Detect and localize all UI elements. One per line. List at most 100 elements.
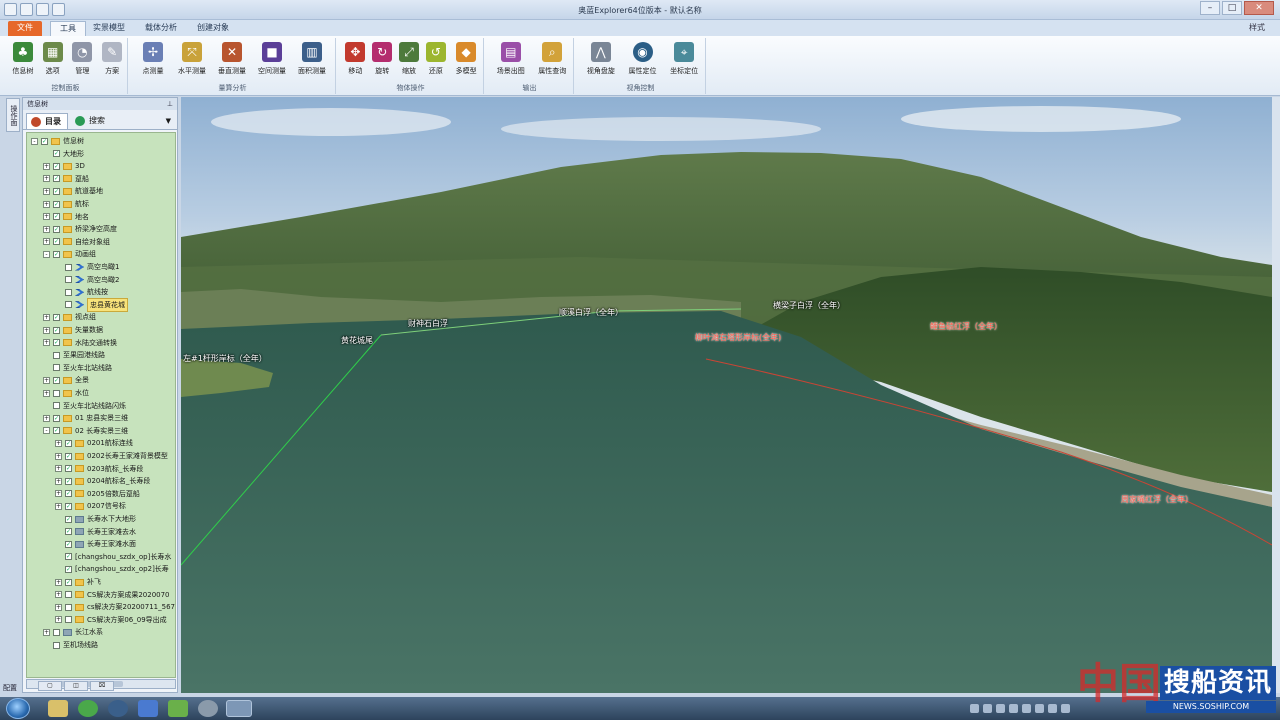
visibility-checkbox[interactable]: ✓ (65, 452, 72, 460)
visibility-checkbox[interactable] (53, 389, 60, 397)
visibility-checkbox[interactable]: ✓ (53, 414, 60, 422)
expand-toggle-icon[interactable]: + (43, 339, 50, 347)
tree-item[interactable]: ✓ 长寿王家滩水面 (55, 538, 136, 550)
tree-item[interactable]: + ✓ 0201航标连线 (55, 437, 133, 449)
tree-item[interactable]: + ✓ 地名 (43, 211, 89, 223)
tree-item[interactable]: + cs解决方案20200711_567 (55, 601, 175, 613)
map-label[interactable]: 财神石白浮 (408, 318, 448, 329)
style-menu[interactable]: 样式 (1240, 21, 1274, 36)
tool-taskbar-icon[interactable] (198, 700, 218, 717)
expand-toggle-icon[interactable]: + (43, 187, 50, 195)
visibility-checkbox[interactable] (65, 288, 72, 296)
pin-icon[interactable]: ⊥ (167, 98, 173, 110)
tree-item[interactable]: + 水位 (43, 387, 89, 399)
expand-toggle-icon[interactable]: - (31, 137, 38, 145)
tab-create-object[interactable]: 创建对象 (188, 21, 238, 36)
restore-button[interactable]: ↺ 还原 (422, 38, 449, 80)
tray-icon[interactable] (1048, 704, 1057, 713)
coordinate-locate-button[interactable]: ⌖ 坐标定位 (663, 38, 705, 80)
tree-item[interactable]: + ✓ 补飞 (55, 576, 101, 588)
map-label-red[interactable]: 周家嘴红浮（全年） (1121, 494, 1193, 505)
expand-toggle-icon[interactable]: + (43, 213, 50, 221)
visibility-checkbox[interactable]: ✓ (65, 477, 72, 485)
expand-toggle-icon[interactable]: + (55, 591, 62, 599)
tree-item[interactable]: ✓ 大地形 (43, 148, 84, 160)
visibility-checkbox[interactable]: ✓ (53, 150, 60, 158)
tree-item[interactable]: + ✓ 0204航标名_长寿段 (55, 475, 150, 487)
visibility-checkbox[interactable]: ✓ (65, 515, 72, 523)
visibility-checkbox[interactable] (53, 351, 60, 359)
browser-taskbar-icon[interactable] (78, 700, 98, 717)
tab-file[interactable]: 文件 (8, 21, 42, 36)
visibility-checkbox[interactable] (53, 641, 60, 649)
tree-item[interactable]: + ✓ 3D (43, 160, 85, 172)
panel-button-1[interactable]: ▢ (38, 681, 62, 691)
tree-item[interactable]: + ✓ 0205倍数后趸船 (55, 488, 140, 500)
tree-item[interactable]: ✓ 长寿水下大地形 (55, 513, 136, 525)
expand-toggle-icon[interactable]: + (55, 502, 62, 510)
tree-item[interactable]: + ✓ 0202长寿王家滩背景模型 (55, 450, 168, 462)
tray-icon[interactable] (1022, 704, 1031, 713)
visibility-checkbox[interactable]: ✓ (65, 578, 72, 586)
visibility-checkbox[interactable] (53, 402, 60, 410)
expand-toggle-icon[interactable]: + (43, 313, 50, 321)
vs-taskbar-icon[interactable] (138, 700, 158, 717)
chevron-down-icon[interactable]: ▼ (166, 113, 171, 129)
expand-toggle-icon[interactable]: + (43, 414, 50, 422)
tree-item[interactable]: + ✓ 01 忠县实景三维 (43, 412, 128, 424)
operation-side-tab[interactable]: 操作面 (6, 98, 20, 132)
maximize-icon[interactable]: □ (1222, 1, 1242, 15)
expand-toggle-icon[interactable]: + (43, 238, 50, 246)
visibility-checkbox[interactable]: ✓ (65, 490, 72, 498)
expand-toggle-icon[interactable]: + (43, 225, 50, 233)
horizontal-measure-button[interactable]: ⤧ 水平测量 (172, 38, 212, 80)
map-label[interactable]: 左#1杆形岸标（全年） (183, 353, 267, 364)
visibility-checkbox[interactable]: ✓ (53, 238, 60, 246)
media-taskbar-icon[interactable] (108, 700, 128, 717)
move-button[interactable]: ✥ 移动 (342, 38, 369, 80)
tray-icon[interactable] (996, 704, 1005, 713)
tree-item[interactable]: 至火车北站线路 (43, 362, 112, 374)
expand-toggle-icon[interactable]: + (55, 616, 62, 624)
visibility-checkbox[interactable]: ✓ (65, 565, 72, 573)
scheme-button[interactable]: ✎ 方案 (97, 38, 127, 80)
tab-search[interactable]: 搜索 ▼ (71, 113, 175, 129)
expand-toggle-icon[interactable]: + (55, 603, 62, 611)
visibility-checkbox[interactable] (65, 591, 72, 599)
expand-toggle-icon[interactable]: + (43, 162, 50, 170)
tray-icon[interactable] (983, 704, 992, 713)
tree-item[interactable]: + ✓ 桥梁净空高度 (43, 223, 117, 235)
tree-item[interactable]: + ✓ 趸船 (43, 173, 89, 185)
tray-icon[interactable] (1009, 704, 1018, 713)
tree-item[interactable]: - ✓ 02 长寿实景三维 (43, 425, 128, 437)
visibility-checkbox[interactable]: ✓ (53, 200, 60, 208)
explorer-app-taskbar-icon[interactable] (226, 700, 252, 717)
expand-toggle-icon[interactable]: + (43, 376, 50, 384)
tree-item[interactable]: + CS解决方案成果2020070 (55, 589, 170, 601)
info-tree-button[interactable]: ♣ 信息树 (8, 38, 38, 80)
3d-scene-view[interactable]: 横梁子白浮（全年） 顺溪白浮（全年） 财神石白浮 黄花城尾 左#1杆形岸标（全年… (181, 97, 1272, 693)
map-label[interactable]: 横梁子白浮（全年） (773, 300, 845, 311)
tree-item[interactable]: 航线按 (55, 286, 108, 298)
tree-item[interactable]: ✓ [changshou_szdx_op]长寿水 (55, 551, 171, 563)
tree-item[interactable]: + ✓ 全景 (43, 374, 89, 386)
expand-toggle-icon[interactable]: - (43, 427, 50, 435)
visibility-checkbox[interactable]: ✓ (53, 427, 60, 435)
visibility-checkbox[interactable]: ✓ (65, 502, 72, 510)
expand-toggle-icon[interactable]: + (43, 326, 50, 334)
tree-item[interactable]: + ✓ 水陆交通转换 (43, 337, 117, 349)
expand-toggle-icon[interactable]: + (55, 477, 62, 485)
space-measure-button[interactable]: ■ 空间测量 (252, 38, 292, 80)
minimize-icon[interactable]: – (1200, 1, 1220, 15)
vertical-measure-button[interactable]: ✕ 垂直测量 (212, 38, 252, 80)
visibility-checkbox[interactable]: ✓ (65, 439, 72, 447)
scale-button[interactable]: ⤢ 缩放 (396, 38, 423, 80)
map-label[interactable]: 黄花城尾 (341, 335, 373, 346)
expand-toggle-icon[interactable]: + (55, 578, 62, 586)
scene-vertical-scrollbar[interactable] (1272, 97, 1280, 693)
tree-item[interactable]: 高空鸟瞰1 (55, 261, 119, 273)
visibility-checkbox[interactable] (65, 603, 72, 611)
expand-toggle-icon[interactable]: + (43, 628, 50, 636)
scene-output-button[interactable]: ▤ 场景出图 (490, 38, 532, 80)
area-measure-button[interactable]: ▥ 面积测量 (292, 38, 332, 80)
